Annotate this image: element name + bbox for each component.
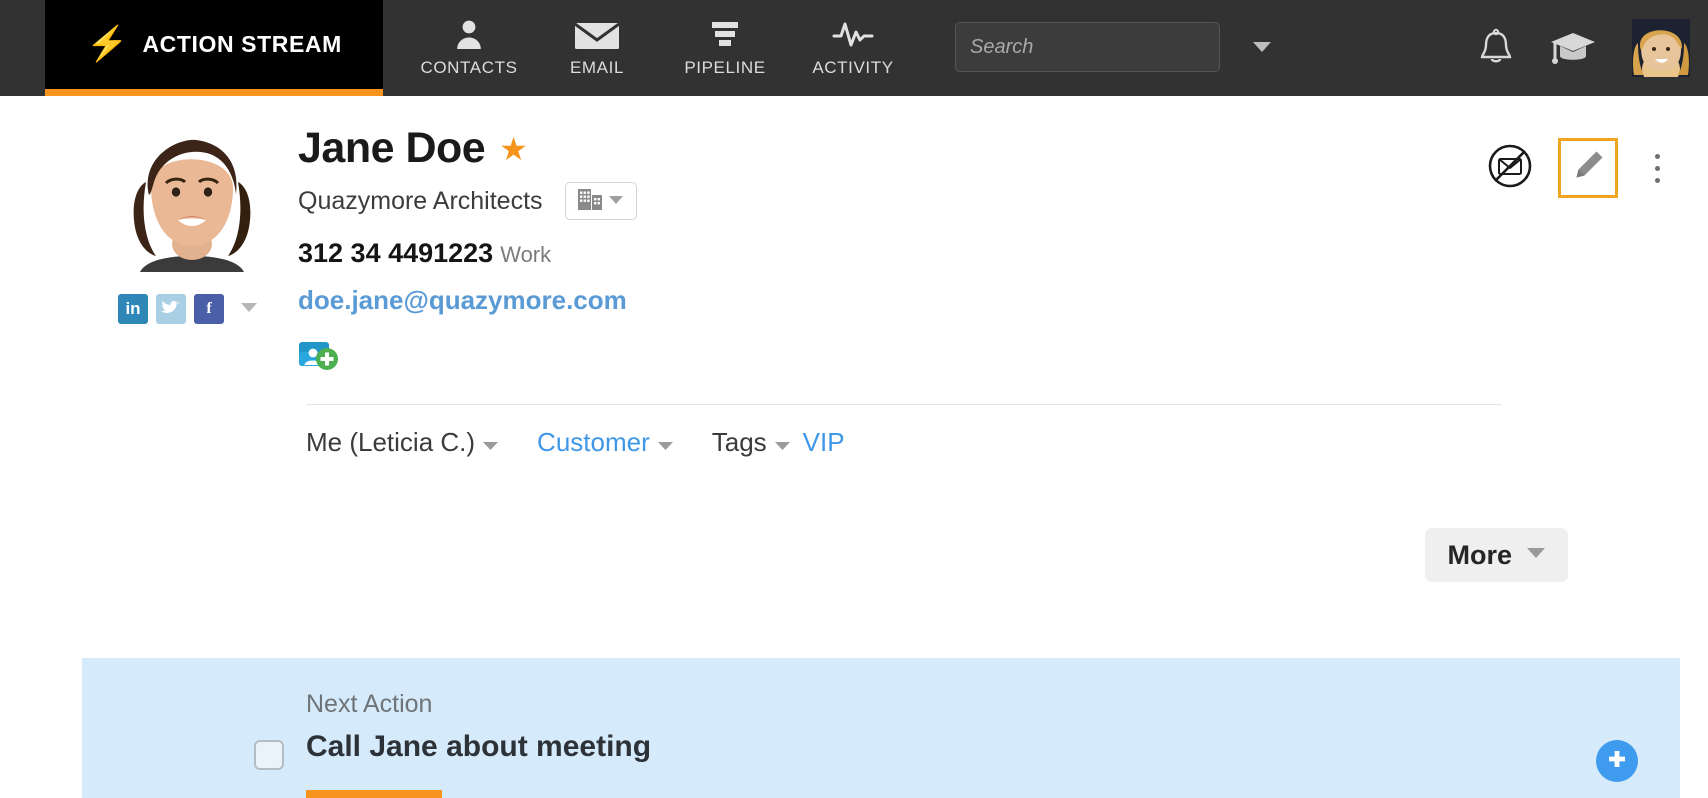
lightning-bolt-icon: ⚡ — [86, 24, 129, 63]
page-title: Jane Doe — [298, 124, 486, 172]
social-more-dropdown[interactable] — [240, 300, 258, 318]
next-action-label: Next Action — [306, 690, 433, 718]
chevron-down-icon — [774, 427, 791, 458]
linkedin-icon[interactable]: in — [118, 294, 148, 324]
owner-dropdown[interactable]: Me (Leticia C.) — [306, 427, 499, 458]
company-selector-button[interactable] — [564, 182, 637, 220]
email-address[interactable]: doe.jane@quazymore.com — [298, 285, 627, 315]
twitter-icon[interactable] — [156, 294, 186, 324]
add-action-button[interactable] — [1596, 740, 1638, 782]
tags-label: Tags — [711, 427, 767, 457]
no-email-icon[interactable] — [1488, 144, 1532, 193]
nav-item-contacts[interactable]: CONTACTS — [405, 14, 533, 78]
status-label: Customer — [537, 427, 650, 457]
phone-type-label: Work — [500, 242, 552, 267]
contact-meta-row: Me (Leticia C.) Customer Tags VIP — [306, 427, 1708, 458]
primary-nav: CONTACTS EMAIL PIPELINE ACTIVITY — [405, 0, 917, 96]
envelope-icon — [533, 14, 661, 54]
chevron-down-icon — [657, 427, 674, 458]
search-input[interactable] — [956, 23, 1252, 71]
add-google-contact-icon[interactable] — [298, 338, 340, 372]
nav-item-activity[interactable]: ACTIVITY — [789, 14, 917, 78]
contact-header: in f Jane Doe ★ Quazymore Architects 312… — [0, 96, 1708, 372]
nav-item-pipeline[interactable]: PIPELINE — [661, 14, 789, 78]
phone-row: 312 34 4491223 Work — [298, 238, 1708, 269]
facebook-icon[interactable]: f — [194, 294, 224, 324]
overflow-menu-icon[interactable] — [1644, 145, 1670, 191]
person-icon — [405, 14, 533, 54]
star-icon[interactable]: ★ — [499, 133, 528, 165]
top-navigation-bar: ⚡ ACTION STREAM CONTACTS EMAIL PIPELINE — [0, 0, 1708, 96]
notifications-bell-icon[interactable] — [1478, 28, 1514, 68]
status-dropdown[interactable]: Customer — [537, 427, 674, 458]
graduation-cap-icon[interactable] — [1548, 28, 1598, 68]
chevron-down-icon — [608, 192, 624, 210]
next-action-checkbox[interactable] — [254, 740, 284, 770]
action-stream-tab[interactable]: ⚡ ACTION STREAM — [45, 0, 383, 96]
edit-pencil-button[interactable] — [1558, 138, 1618, 198]
tags-dropdown[interactable]: Tags — [712, 427, 791, 458]
contact-photo-column: in f — [118, 124, 286, 372]
nav-label-email: EMAIL — [569, 58, 625, 77]
nav-label-contacts: CONTACTS — [420, 58, 518, 77]
more-button[interactable]: More — [1425, 528, 1568, 582]
tag-vip[interactable]: VIP — [803, 427, 845, 458]
more-button-label: More — [1447, 539, 1512, 570]
phone-number[interactable]: 312 34 4491223 — [298, 238, 493, 268]
nav-item-email[interactable]: EMAIL — [533, 14, 661, 78]
chevron-down-icon — [482, 427, 499, 458]
edit-pencil-icon — [1571, 149, 1605, 188]
owner-label: Me (Leticia C.) — [306, 427, 476, 457]
contact-action-buttons — [1488, 138, 1670, 198]
section-divider — [306, 404, 1502, 405]
plus-icon — [1606, 748, 1628, 775]
next-action-panel: Next Action Call Jane about meeting TODA… — [82, 658, 1680, 798]
nav-label-pipeline: PIPELINE — [684, 58, 766, 77]
email-row: doe.jane@quazymore.com — [298, 285, 1708, 316]
company-name[interactable]: Quazymore Architects — [298, 187, 543, 216]
contact-detail-page: in f Jane Doe ★ Quazymore Architects 312… — [0, 96, 1708, 798]
pulse-icon — [789, 14, 917, 54]
next-action-title[interactable]: Call Jane about meeting — [306, 730, 651, 764]
chevron-down-icon — [1526, 546, 1546, 564]
header-utility-icons — [1478, 0, 1690, 96]
nav-label-activity: ACTIVITY — [812, 58, 894, 77]
brand-label: ACTION STREAM — [142, 31, 342, 57]
search-box[interactable] — [955, 22, 1271, 72]
office-building-icon — [577, 188, 603, 215]
social-links: in f — [118, 294, 286, 324]
contact-photo — [118, 124, 266, 272]
user-avatar[interactable] — [1632, 19, 1690, 77]
search-scope-dropdown[interactable] — [1252, 41, 1272, 53]
funnel-icon — [661, 14, 789, 54]
